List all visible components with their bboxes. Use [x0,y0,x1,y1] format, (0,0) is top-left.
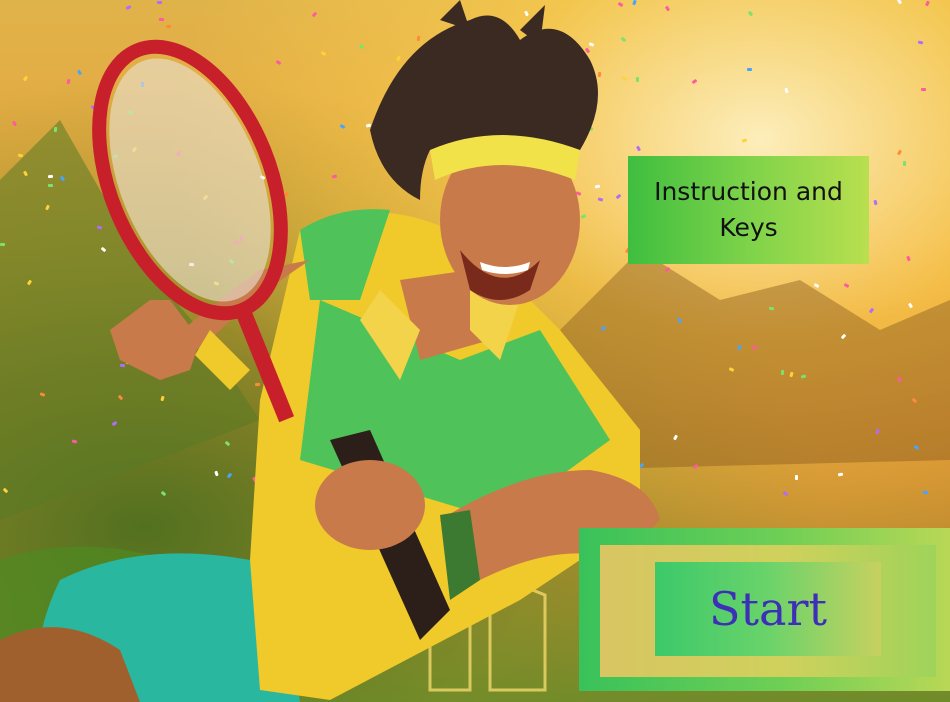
start-button-label: Start [709,582,827,636]
start-button[interactable]: Start [655,562,881,656]
instructions-and-keys-button[interactable]: Instruction and Keys [628,156,869,264]
instructions-button-label: Instruction and Keys [654,177,843,242]
